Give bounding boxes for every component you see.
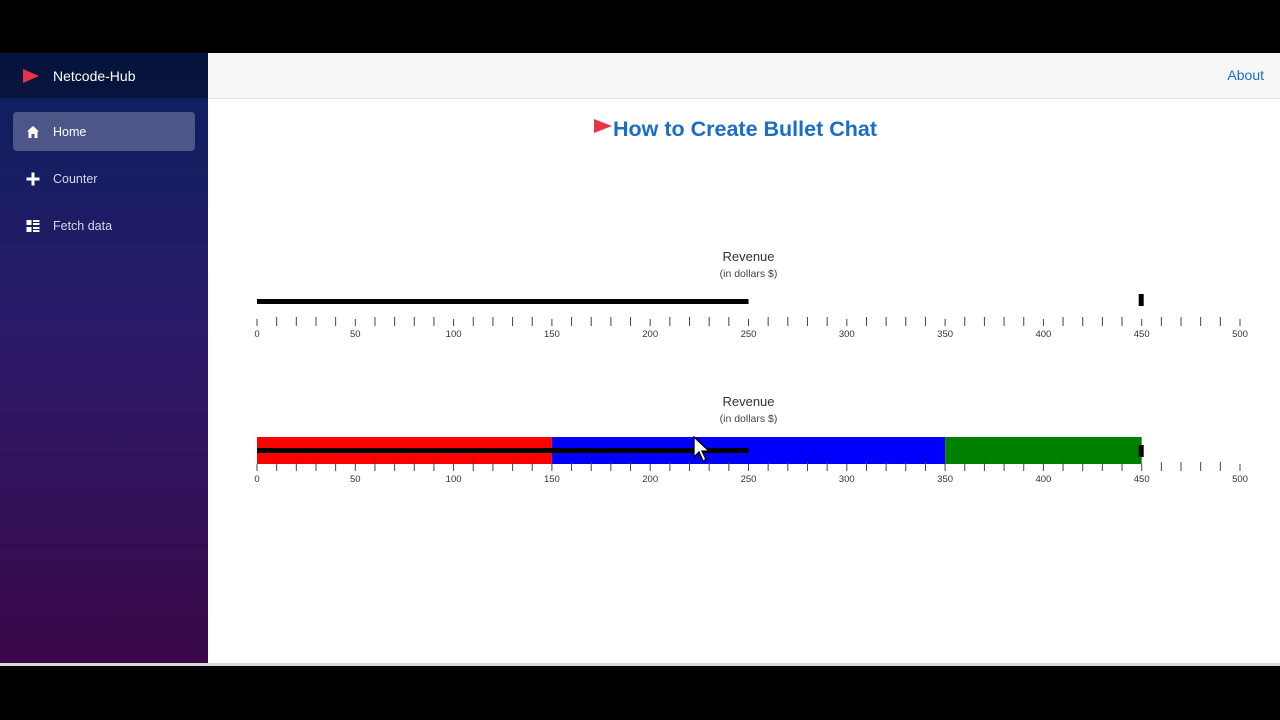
sidebar-nav: Home Counter Fetch data [0,98,208,245]
sidebar: Netcode-Hub Home Counter Fetch data [0,53,208,663]
play-triangle-icon [23,68,39,83]
main-content: How to Create Bullet Chat Revenue (in dol… [208,99,1280,663]
sidebar-item-fetch-data[interactable]: Fetch data [13,206,195,245]
page-title: How to Create Bullet Chat [594,117,877,142]
sidebar-item-label: Counter [53,171,98,186]
play-triangle-icon [594,118,612,133]
tick-label: 400 [1035,474,1051,485]
sidebar-item-home[interactable]: Home [13,112,195,151]
tick-label: 250 [741,474,757,485]
tick-label: 450 [1134,329,1150,340]
tick-label: 150 [544,474,560,485]
home-icon [25,124,41,140]
tick-label: 0 [254,329,259,340]
tick-label: 350 [937,474,953,485]
mouse-pointer-icon [693,436,711,462]
bullet-chart-2: Revenue (in dollars $) 0 50 100 150 200 250 300 3… [208,385,1280,495]
sidebar-item-label: Fetch data [53,218,113,233]
brand-bar: Netcode-Hub [0,53,208,98]
tick-label: 500 [1232,474,1248,485]
tick-label: 450 [1134,474,1150,485]
tick-label: 300 [839,474,855,485]
tick-label: 200 [642,329,658,340]
chart-subtitle: (in dollars $) [720,413,778,425]
chart-title: Revenue [722,249,774,264]
target-marker [1138,294,1144,306]
top-row: About [208,53,1280,99]
tick-label: 300 [839,329,855,340]
tick-label: 50 [350,329,361,340]
tick-label: 0 [254,474,259,485]
bullet-chart-svg: Revenue (in dollars $) 0 50 100 150 200 250 300 3… [254,394,1248,485]
tick-label: 150 [544,329,560,340]
brand-title[interactable]: Netcode-Hub [53,68,136,84]
sidebar-item-label: Home [53,124,87,139]
tick-label: 100 [446,474,462,485]
measure-bar [257,299,749,304]
tick-label: 400 [1035,329,1051,340]
tick-label: 350 [937,329,953,340]
sidebar-item-counter[interactable]: Counter [13,159,195,198]
page-title-text: How to Create Bullet Chat [613,117,877,141]
list-icon [25,218,41,234]
tick-label: 100 [446,329,462,340]
target-marker [1138,445,1144,457]
about-link[interactable]: About [1227,67,1264,83]
plus-icon [25,171,41,187]
range-band [945,437,1142,464]
window-bottom-edge [0,663,1280,666]
chart-subtitle: (in dollars $) [720,268,778,280]
bullet-chart-1: Revenue (in dollars $) 0 50 100 150 200 250 300 3… [208,240,1280,350]
tick-label: 50 [350,474,361,485]
tick-label: 250 [741,329,757,340]
bullet-chart-svg: Revenue (in dollars $) 0 50 100 150 200 250 300 3… [254,249,1248,340]
tick-label: 500 [1232,329,1248,340]
measure-bar [257,448,749,453]
chart-title: Revenue [722,394,774,409]
app-window: Netcode-Hub Home Counter Fetch data Abou… [0,53,1280,663]
tick-label: 200 [642,474,658,485]
